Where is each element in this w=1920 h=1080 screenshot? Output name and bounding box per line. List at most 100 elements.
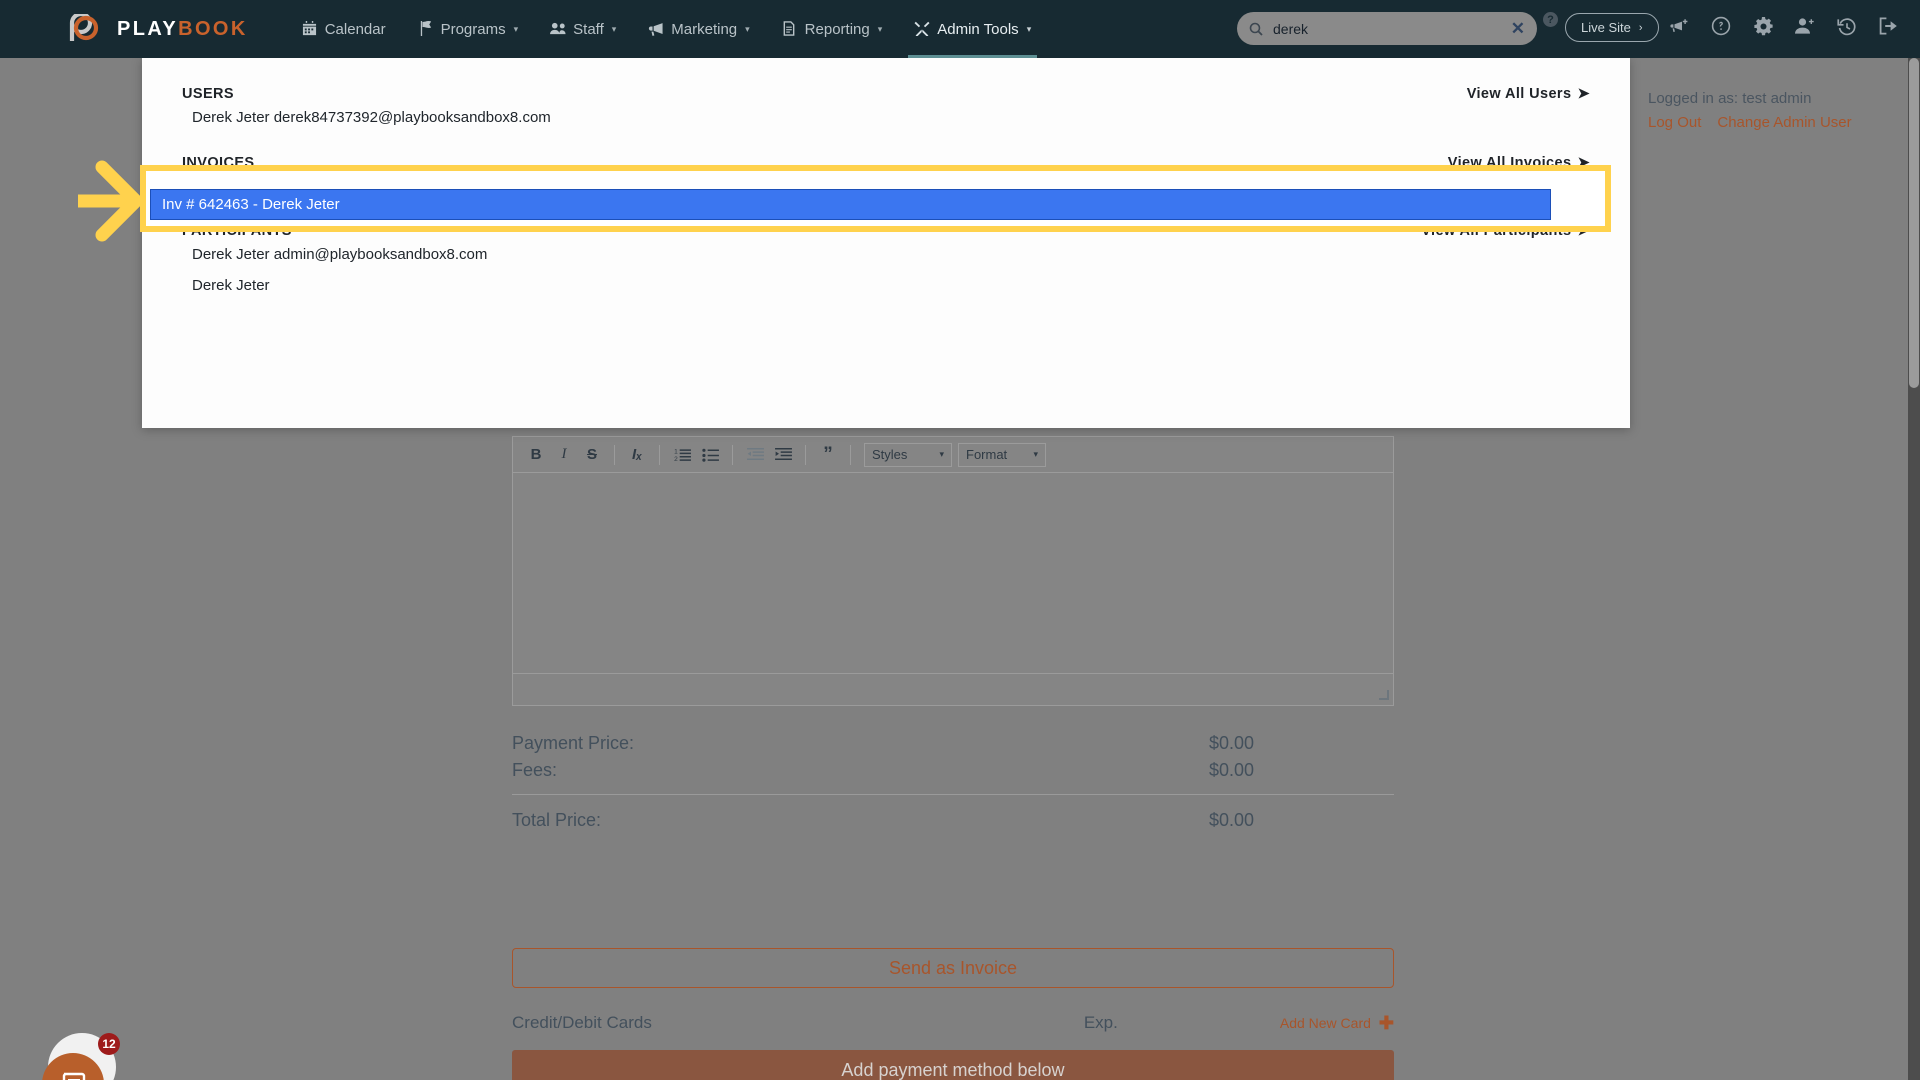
remove-format-button[interactable]: Iₓ: [624, 442, 650, 468]
view-all-users-link[interactable]: View All Users ➤: [1467, 86, 1590, 102]
format-label: Format: [966, 447, 1008, 462]
session-info: Logged in as: test admin Log Out Change …: [1648, 88, 1852, 134]
section-header: PARTICIPANTS View All Participants ➤: [182, 223, 1590, 239]
arrow-right-icon: ➤: [1577, 86, 1590, 102]
navbar-icon-group: [1668, 15, 1900, 37]
total-price-value: $0.00: [1208, 810, 1254, 830]
exp-label: Exp.: [1083, 1013, 1118, 1032]
add-payment-method-bar[interactable]: Add payment method below: [512, 1050, 1394, 1080]
toolbar-divider: [805, 444, 806, 465]
view-all-label: View All Invoices: [1447, 155, 1572, 171]
arrow-right-icon: ➤: [1577, 155, 1590, 171]
people-icon: [550, 21, 566, 37]
strikethrough-button[interactable]: S: [579, 442, 605, 468]
view-all-participants-link[interactable]: View All Participants ➤: [1421, 223, 1590, 239]
dropdown-inner: USERS View All Users ➤ Derek Jeter derek…: [142, 58, 1630, 294]
logged-in-as-text: Logged in as: test admin: [1648, 90, 1812, 107]
arrow-right-icon: ➤: [1577, 223, 1590, 239]
help-badge-icon[interactable]: ?: [1543, 12, 1558, 27]
total-price-row: Total Price: $0.00: [512, 807, 1394, 834]
help-circle-icon[interactable]: [1710, 15, 1732, 37]
bold-button[interactable]: B: [523, 442, 549, 468]
section-title: USERS: [182, 86, 234, 102]
search-input[interactable]: [1273, 20, 1505, 37]
logout-icon[interactable]: [1878, 15, 1900, 37]
section-header: USERS View All Users ➤: [182, 86, 1590, 102]
pricing-summary: Payment Price: $0.00 Fees: $0.00 Total P…: [512, 730, 1394, 834]
annotation-arrow-icon: [71, 155, 150, 252]
editor-body[interactable]: [513, 473, 1393, 673]
chevron-down-icon: ▾: [745, 23, 750, 34]
price-value: $0.00: [1208, 733, 1254, 753]
toolbar-divider: [732, 444, 733, 465]
flag-icon: [418, 21, 434, 37]
chevron-down-icon: ▾: [939, 449, 944, 459]
page-scrollbar[interactable]: [1908, 58, 1920, 1080]
live-site-button[interactable]: Live Site ›: [1565, 13, 1659, 42]
total-price-label: Total Price:: [512, 810, 602, 830]
view-all-label: View All Participants: [1421, 223, 1572, 239]
nav-item-marketing[interactable]: Marketing ▾: [632, 0, 765, 58]
outdent-icon[interactable]: [742, 442, 768, 468]
price-value: $0.00: [1208, 760, 1254, 780]
nav-label: Programs: [440, 20, 506, 38]
toolbar-divider: [614, 444, 615, 465]
gear-icon[interactable]: [1752, 15, 1774, 37]
nav-item-calendar[interactable]: Calendar: [286, 0, 402, 58]
italic-button[interactable]: I: [551, 442, 577, 468]
section-title: INVOICES: [182, 155, 255, 171]
nav-item-reporting[interactable]: Reporting ▾: [766, 0, 899, 58]
nav-item-staff[interactable]: Staff ▾: [534, 0, 632, 58]
tools-icon: [914, 21, 930, 37]
clear-search-icon[interactable]: ✕: [1505, 19, 1525, 39]
search-icon: [1249, 22, 1263, 36]
history-icon[interactable]: [1836, 15, 1858, 37]
styles-label: Styles: [872, 447, 908, 462]
scrollbar-thumb[interactable]: [1909, 58, 1919, 388]
numbered-list-icon[interactable]: 12: [669, 442, 695, 468]
section-header: INVOICES View All Invoices ➤: [182, 155, 1590, 171]
nav-label: Reporting: [804, 20, 870, 38]
svg-text:1: 1: [674, 449, 678, 456]
nav-label: Marketing: [671, 20, 738, 38]
indent-icon[interactable]: [770, 442, 796, 468]
price-label: Fees:: [512, 760, 558, 780]
styles-dropdown[interactable]: Styles ▾: [864, 442, 952, 467]
add-new-card-button[interactable]: Add New Card ✚: [1280, 1013, 1394, 1034]
bullet-list-icon[interactable]: [697, 442, 723, 468]
section-title: PARTICIPANTS: [182, 223, 292, 239]
chevron-down-icon: ▾: [1033, 449, 1038, 459]
global-search[interactable]: ✕: [1237, 12, 1537, 45]
credit-debit-cards-label: Credit/Debit Cards: [512, 1013, 652, 1032]
view-all-label: View All Users: [1466, 86, 1572, 102]
primary-nav: Calendar Programs ▾ Staff ▾ Marketing ▾ …: [286, 0, 1048, 58]
view-all-invoices-link[interactable]: View All Invoices ➤: [1448, 155, 1590, 171]
nav-label: Calendar: [324, 20, 386, 38]
add-user-icon[interactable]: [1794, 15, 1816, 37]
search-result-row[interactable]: Derek Jeter derek84737392@playbooksandbo…: [182, 102, 1590, 133]
nav-item-programs[interactable]: Programs ▾: [402, 0, 535, 58]
megaphone-plus-icon[interactable]: [1668, 15, 1690, 37]
chevron-down-icon: ▾: [611, 23, 617, 34]
highlighted-invoice-result[interactable]: Inv # 642463 - Derek Jeter: [150, 189, 1551, 220]
megaphone-icon: [648, 21, 664, 37]
top-navbar: PLAYBOOK Calendar Programs ▾ Staff ▾ Mar…: [0, 0, 1920, 58]
cards-header-row: Credit/Debit Cards Exp. Add New Card ✚: [512, 1013, 1394, 1033]
search-result-row[interactable]: Derek Jeter: [182, 270, 1590, 301]
rich-text-editor[interactable]: B I S Iₓ 12 ” Styles ▾ Format ▾: [512, 436, 1394, 706]
search-result-row[interactable]: Derek Jeter admin@playbooksandbox8.com: [182, 239, 1590, 270]
change-admin-user-link[interactable]: Change Admin User: [1717, 112, 1851, 134]
resize-handle[interactable]: [1379, 690, 1389, 700]
blockquote-button[interactable]: ”: [815, 442, 841, 468]
toolbar-divider: [850, 444, 851, 465]
nav-item-admin-tools[interactable]: Admin Tools ▾: [898, 0, 1047, 58]
price-row: Payment Price: $0.00: [512, 730, 1394, 757]
plus-icon: ✚: [1378, 1012, 1394, 1033]
brand-logo[interactable]: PLAYBOOK: [66, 11, 248, 44]
chevron-down-icon: ▾: [877, 23, 883, 34]
send-as-invoice-button[interactable]: Send as Invoice: [512, 948, 1394, 988]
price-label: Payment Price:: [512, 733, 635, 753]
log-out-link[interactable]: Log Out: [1648, 112, 1701, 134]
format-dropdown[interactable]: Format ▾: [958, 442, 1046, 467]
divider: [512, 794, 1394, 795]
